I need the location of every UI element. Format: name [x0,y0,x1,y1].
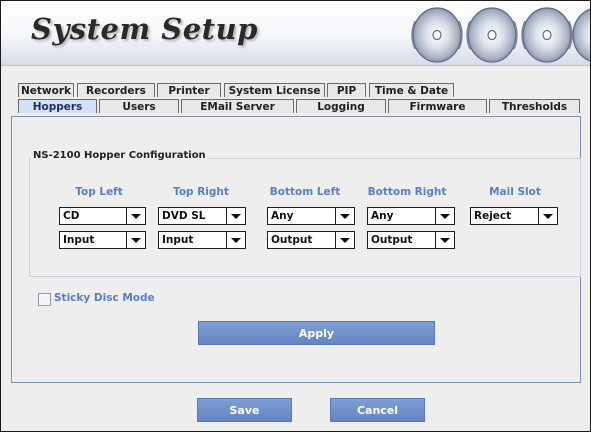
page-title: System Setup [31,12,258,46]
tab-time-date[interactable]: Time & Date [369,83,454,97]
save-button[interactable]: Save [197,398,292,422]
tab-logging[interactable]: Logging [296,99,386,113]
column-label-mail-slot: Mail Slot [489,186,541,198]
column-label-bottom-left: Bottom Left [269,186,341,198]
tab-network[interactable]: Network [18,83,74,97]
bottom-left-media-select[interactable]: Any [267,207,355,225]
select-value: CD [63,210,80,222]
header-banner: System Setup [1,1,590,66]
bottom-right-media-select[interactable]: Any [367,207,455,225]
chevron-down-icon[interactable] [126,208,145,224]
tab-thresholds[interactable]: Thresholds [489,99,580,113]
select-value: Input [63,234,95,246]
mail-slot-select[interactable]: Reject [470,207,558,225]
tab-pip[interactable]: PIP [327,83,366,97]
top-right-media-select[interactable]: DVD SL [158,207,246,225]
chevron-down-icon[interactable] [435,232,454,248]
chevron-down-icon[interactable] [335,208,354,224]
top-left-direction-select[interactable]: Input [59,231,146,249]
sticky-disc-mode-label: Sticky Disc Mode [54,292,155,304]
chevron-down-icon[interactable] [538,208,557,224]
tab-printer[interactable]: Printer [157,83,221,97]
select-value: Output [271,234,313,246]
chevron-down-icon[interactable] [335,232,354,248]
bottom-left-direction-select[interactable]: Output [267,231,355,249]
chevron-down-icon[interactable] [226,208,245,224]
tab-hoppers[interactable]: Hoppers [18,99,97,113]
bottom-right-direction-select[interactable]: Output [367,231,455,249]
select-value: Reject [474,210,512,222]
tab-users[interactable]: Users [99,99,179,113]
tab-recorders[interactable]: Recorders [77,83,155,97]
tab-firmware[interactable]: Firmware [388,99,487,113]
sticky-disc-mode-checkbox[interactable] [38,293,51,306]
tab-email-server[interactable]: EMail Server [181,99,294,113]
top-right-direction-select[interactable]: Input [158,231,246,249]
system-setup-window: System Setup Network Recorders Printer S… [0,0,591,432]
select-value: Input [162,234,194,246]
column-label-top-left: Top Left [75,186,123,198]
chevron-down-icon[interactable] [126,232,145,248]
select-value: Output [371,234,413,246]
select-value: Any [371,210,394,222]
cancel-button[interactable]: Cancel [330,398,425,422]
select-value: DVD SL [162,210,206,222]
column-label-bottom-right: Bottom Right [367,186,447,198]
select-value: Any [271,210,294,222]
discs-graphic-icon [411,7,590,63]
column-label-top-right: Top Right [173,186,229,198]
apply-button[interactable]: Apply [198,321,435,345]
top-left-media-select[interactable]: CD [59,207,146,225]
tab-system-license[interactable]: System License [224,83,325,97]
chevron-down-icon[interactable] [435,208,454,224]
group-title: NS-2100 Hopper Configuration [31,150,208,161]
chevron-down-icon[interactable] [226,232,245,248]
